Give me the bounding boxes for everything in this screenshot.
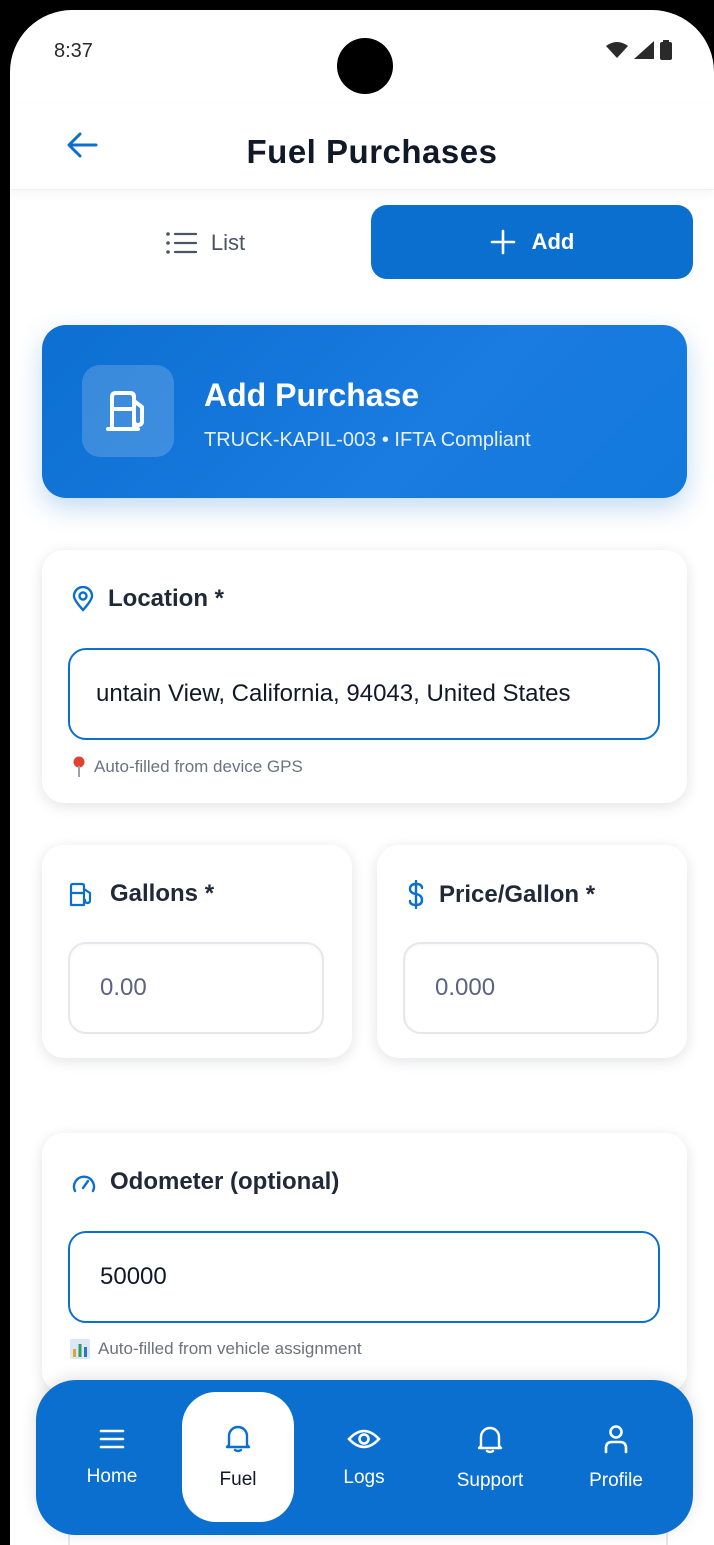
nav-logs[interactable]: Logs <box>308 1380 420 1535</box>
bottom-navigation: Home Fuel Logs Support Profile <box>36 1380 693 1535</box>
nav-profile[interactable]: Profile <box>560 1380 672 1535</box>
price-label: Price/Gallon * <box>407 880 595 910</box>
nav-profile-label: Profile <box>589 1469 643 1491</box>
odometer-hint: Auto-filled from vehicle assignment <box>70 1339 362 1359</box>
fuel-pump-icon <box>106 391 144 431</box>
odometer-label: Odometer (optional) <box>72 1168 339 1196</box>
wifi-icon <box>606 42 628 58</box>
nav-home[interactable]: Home <box>56 1380 168 1535</box>
price-input[interactable]: 0.000 <box>403 942 659 1034</box>
nav-fuel-label: Fuel <box>219 1469 257 1490</box>
gallons-card: Gallons * 0.00 <box>42 845 352 1058</box>
person-icon <box>604 1424 628 1453</box>
list-tab-label: List <box>210 230 246 255</box>
hero-title: Add Purchase <box>204 377 420 413</box>
gallons-label: Gallons * <box>68 880 214 908</box>
status-icons <box>606 40 672 60</box>
gallons-label-text: Gallons * <box>110 880 215 907</box>
app-header: Fuel Purchases <box>10 105 714 190</box>
gauge-icon <box>72 1175 96 1193</box>
price-card: Price/Gallon * 0.000 <box>377 845 687 1058</box>
add-purchase-banner: Add Purchase TRUCK-KAPIL-003 • IFTA Comp… <box>42 325 687 498</box>
location-label: Location * <box>72 585 224 613</box>
location-hint: Auto-filled from device GPS <box>72 756 303 778</box>
camera-cutout <box>337 38 393 94</box>
bar-chart-icon <box>70 1339 90 1359</box>
status-time: 8:37 <box>54 40 93 62</box>
add-tab[interactable]: Add <box>371 205 693 279</box>
location-input[interactable]: untain View, California, 94043, United S… <box>68 648 660 740</box>
menu-icon <box>99 1429 125 1448</box>
nav-fuel[interactable]: Fuel <box>182 1392 294 1522</box>
location-card: Location * untain View, California, 9404… <box>42 550 687 803</box>
add-tab-label: Add <box>531 229 575 254</box>
fuel-pump-icon-box <box>82 365 174 457</box>
hero-subtitle: TRUCK-KAPIL-003 • IFTA Compliant <box>204 429 531 451</box>
plus-icon <box>490 229 515 255</box>
odometer-card: Odometer (optional) 50000 Auto-filled fr… <box>42 1133 687 1393</box>
eye-icon <box>347 1429 381 1448</box>
signal-icon <box>634 41 654 59</box>
location-hint-text: Auto-filled from device GPS <box>94 757 303 776</box>
bell-icon <box>477 1426 503 1453</box>
odometer-label-text: Odometer (optional) <box>110 1168 340 1195</box>
list-icon <box>166 232 197 254</box>
price-label-text: Price/Gallon * <box>439 881 596 908</box>
gallons-input[interactable]: 0.00 <box>68 942 324 1034</box>
list-tab[interactable]: List <box>50 208 360 278</box>
dollar-icon <box>408 880 424 910</box>
nav-support-label: Support <box>456 1469 524 1491</box>
location-pin-icon <box>72 586 94 612</box>
location-label-text: Location * <box>108 585 225 612</box>
nav-home-label: Home <box>86 1465 138 1487</box>
odometer-input[interactable]: 50000 <box>68 1231 660 1323</box>
nav-support[interactable]: Support <box>434 1380 546 1535</box>
fuel-pump-icon <box>69 882 92 907</box>
nav-logs-label: Logs <box>343 1466 385 1488</box>
page-title: Fuel Purchases <box>246 133 498 170</box>
battery-icon <box>660 40 672 60</box>
pushpin-icon <box>73 756 85 777</box>
bell-icon <box>225 1425 251 1453</box>
odometer-hint-text: Auto-filled from vehicle assignment <box>98 1339 362 1358</box>
app-screen: 8:37 Fuel Purchases List Add Add Purchas… <box>10 10 714 1545</box>
